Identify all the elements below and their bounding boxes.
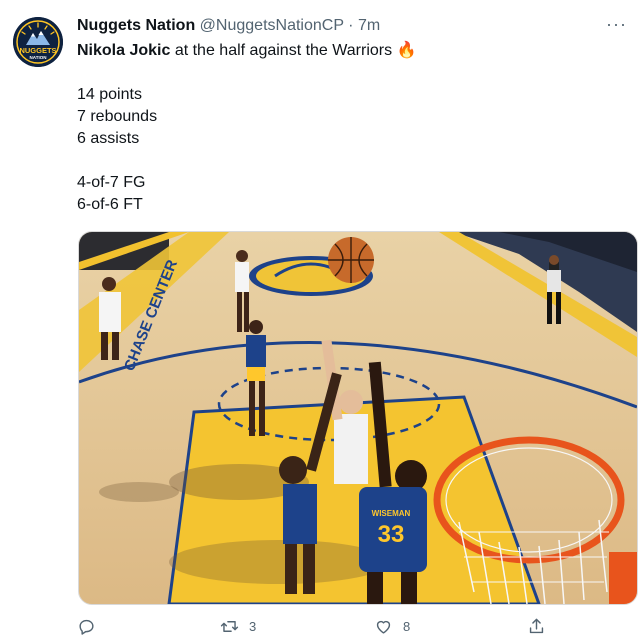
share-button[interactable] — [527, 617, 556, 636]
player-name: Nikola Jokic — [77, 42, 171, 59]
tweet-header: Nuggets Nation @NuggetsNationCP · 7m — [77, 16, 380, 36]
jersey-number: 33 — [378, 521, 405, 548]
display-name[interactable]: Nuggets Nation — [77, 17, 195, 34]
retweet-count: 3 — [249, 619, 257, 634]
tweet-line-1: Nikola Jokic at the half against the War… — [77, 40, 617, 62]
like-icon — [376, 620, 391, 634]
reply-button[interactable] — [77, 617, 106, 636]
tweet: NUGGETS NATION Nuggets Nation @NuggetsNa… — [0, 0, 641, 643]
retweet-button[interactable]: 3 — [220, 617, 256, 636]
stat-fg: 4-of-7 FG — [77, 174, 146, 191]
stat-ft: 6-of-6 FT — [77, 196, 143, 213]
avatar-logo-icon: NUGGETS NATION — [13, 17, 63, 67]
avatar-subtext: NATION — [30, 55, 47, 60]
fire-emoji-icon: 🔥 — [396, 42, 417, 59]
tweet-text: Nikola Jokic at the half against the War… — [77, 40, 617, 216]
avatar-text: NUGGETS — [19, 46, 56, 55]
jersey-name: WISEMAN — [372, 509, 411, 518]
avatar[interactable]: NUGGETS NATION — [13, 17, 63, 67]
stat-assists: 6 assists — [77, 130, 140, 147]
like-button[interactable]: 8 — [374, 617, 410, 636]
share-icon — [529, 618, 544, 634]
stat-rebounds: 7 rebounds — [77, 108, 158, 125]
retweet-icon — [220, 621, 239, 632]
tweet-timestamp[interactable]: 7m — [358, 17, 380, 34]
basketball-photo: CHASE CENTER WISEMAN 33 — [79, 232, 637, 604]
tweet-line-1-rest: at the half against the Warriors — [170, 42, 393, 59]
reply-icon — [79, 619, 94, 635]
tweet-actions: 3 8 — [77, 617, 557, 639]
more-icon[interactable]: ··· — [606, 14, 627, 35]
stat-points: 14 points — [77, 86, 142, 103]
user-handle[interactable]: @NuggetsNationCP — [200, 17, 344, 34]
like-count: 8 — [403, 619, 411, 634]
tweet-photo[interactable]: CHASE CENTER WISEMAN 33 — [78, 231, 638, 605]
header-separator: · — [348, 17, 354, 34]
